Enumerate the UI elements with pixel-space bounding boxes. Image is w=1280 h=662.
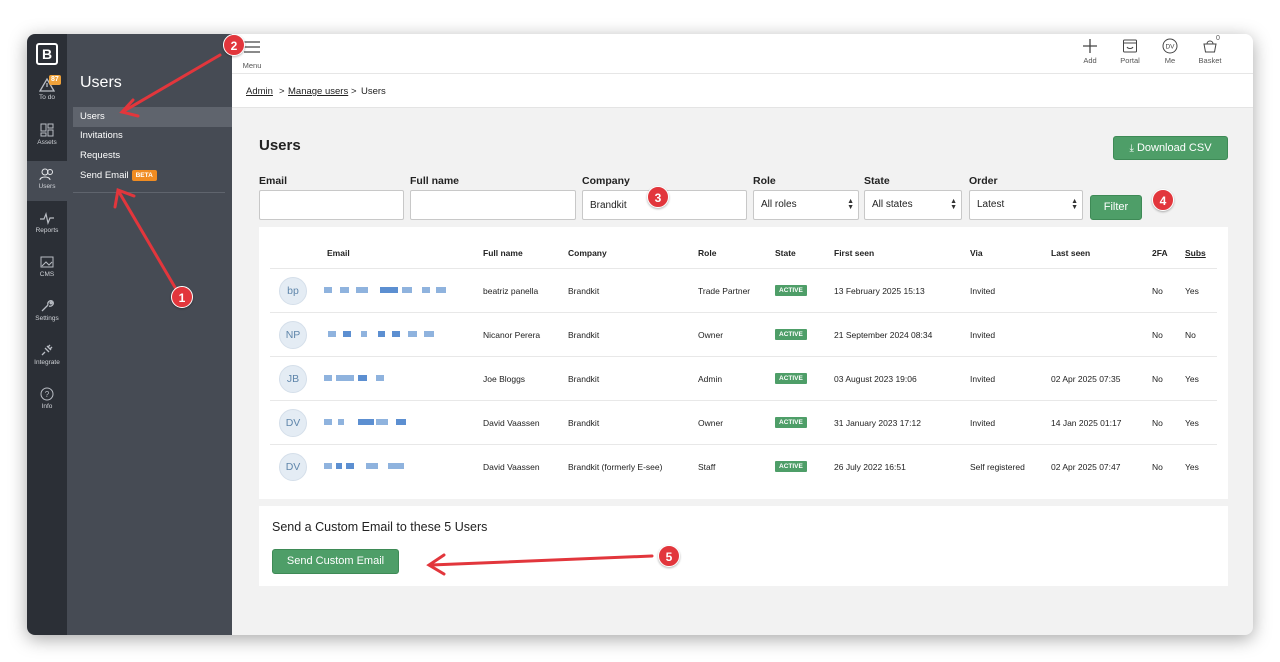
arrow-2: [122, 53, 222, 113]
annotation-marker-1: 1: [171, 286, 193, 308]
annotation-marker-4: 4: [1152, 189, 1174, 211]
arrow-1: [117, 190, 178, 291]
annotation-marker-2: 2: [223, 34, 245, 56]
arrow-5: [429, 554, 654, 567]
annotation-arrows: [113, 53, 654, 576]
annotation-marker-5: 5: [658, 545, 680, 567]
annotation-marker-3: 3: [647, 186, 669, 208]
